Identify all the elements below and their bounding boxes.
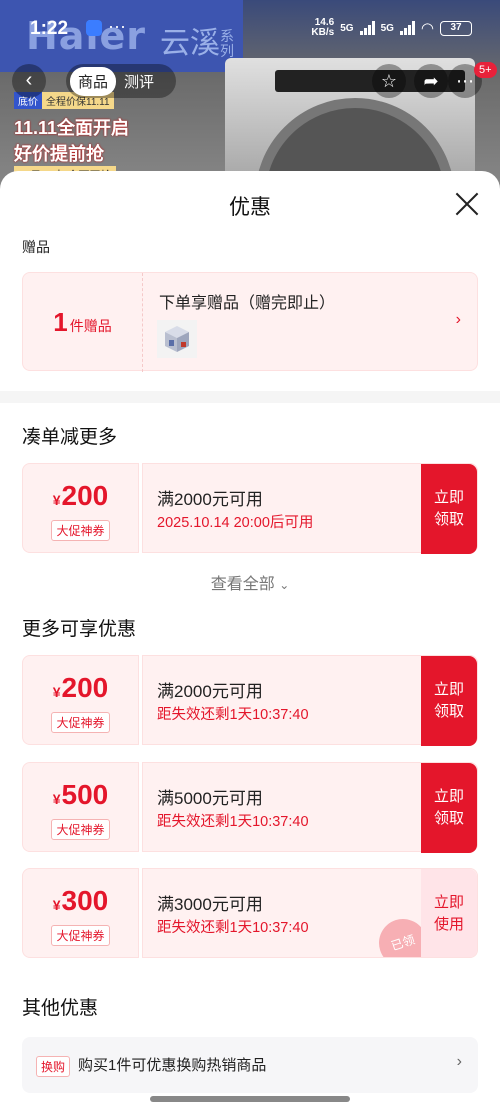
tab-review[interactable]: 测评	[116, 67, 162, 96]
coupon-card: ¥200 大促神券 满2000元可用 2025.10.14 20:00后可用 立…	[22, 463, 478, 554]
coupon-card: ¥300 大促神券 满3000元可用 距失效还剩1天10:37:40 已领 立即…	[22, 868, 478, 958]
section-divider	[0, 391, 500, 403]
coupon-condition: 满2000元可用	[157, 682, 263, 701]
message-count-badge: 5+	[474, 62, 497, 78]
chevron-right-icon: ›	[456, 1053, 462, 1070]
wifi-icon: ◠	[420, 20, 434, 37]
coupon-tag: 大促神券	[51, 712, 110, 733]
gift-card[interactable]: 1 件赠品 下单享赠品（赠完即止） ›	[22, 272, 478, 372]
coupon-amount-panel: ¥200 大促神券	[22, 463, 139, 553]
signal-icon	[359, 21, 375, 35]
share-icon[interactable]: ➦	[414, 64, 448, 98]
gift-product-thumbnail	[157, 320, 197, 358]
coupon-detail-panel: 满2000元可用 2025.10.14 20:00后可用 立即领取	[142, 463, 478, 554]
promo-banner: 底价全程价保11.11 11.11全面开启 好价提前抢 14日20点 全面开抢	[14, 92, 164, 184]
app-notification-icon	[86, 20, 102, 36]
favorite-star-icon[interactable]: ☆	[372, 64, 406, 98]
coupon-countdown: 距失效还剩1天10:37:40	[157, 707, 309, 723]
coupon-amount: 300	[61, 885, 109, 916]
sheet-title: 优惠	[229, 196, 271, 219]
section-title-stack: 凑单减更多	[22, 427, 118, 448]
offer-tag: 换购	[36, 1056, 71, 1077]
coupon-detail-panel: 满2000元可用 距失效还剩1天10:37:40 立即领取	[142, 655, 478, 746]
coupon-sheet: 优惠 赠品 1 件赠品 下单享赠品（赠完即止） › 凑单减更多 ¥200 大促神券…	[0, 171, 500, 1111]
coupon-countdown: 距失效还剩1天10:37:40	[157, 920, 309, 936]
coupon-tag: 大促神券	[51, 520, 110, 541]
offer-text: 购买1件可优惠换购热销商品	[78, 1057, 267, 1074]
coupon-amount: 500	[61, 779, 109, 810]
claim-coupon-button[interactable]: 立即领取	[421, 464, 477, 554]
network-label-1: 5G	[340, 22, 354, 34]
section-title-more: 更多可享优惠	[22, 619, 137, 640]
status-time: 1:22	[30, 18, 69, 39]
more-notifications-icon: ···	[108, 16, 126, 36]
coupon-card: ¥200 大促神券 满2000元可用 距失效还剩1天10:37:40 立即领取	[22, 655, 478, 746]
coupon-amount: 200	[61, 672, 109, 703]
chevron-down-icon: ⌄	[279, 578, 290, 592]
tab-product[interactable]: 商品	[70, 66, 117, 96]
signal-icon-2	[399, 21, 415, 35]
network-speed: 14.6 KB/s	[311, 17, 335, 38]
coupon-amount-panel: ¥200 大促神券	[22, 655, 139, 745]
claim-coupon-button[interactable]: 立即领取	[421, 656, 477, 746]
coupon-detail-panel: 满5000元可用 距失效还剩1天10:37:40 立即领取	[142, 762, 478, 853]
coupon-tag: 大促神券	[51, 819, 110, 840]
home-indicator	[150, 1096, 350, 1102]
coupon-detail-panel: 满3000元可用 距失效还剩1天10:37:40 已领 立即使用	[142, 868, 478, 958]
claim-coupon-button[interactable]: 立即领取	[421, 763, 477, 853]
coupon-amount: 200	[61, 480, 109, 511]
status-bar: 1:22 ··· 14.6 KB/s 5G 5G ◠ 37	[0, 0, 500, 60]
coupon-condition: 满2000元可用	[157, 490, 263, 509]
close-icon[interactable]	[454, 191, 480, 217]
coupon-condition: 满3000元可用	[157, 895, 263, 914]
coupon-countdown: 距失效还剩1天10:37:40	[157, 814, 309, 830]
view-all-link[interactable]: 查看全部 ⌄	[0, 570, 500, 594]
use-coupon-button[interactable]: 立即使用	[421, 869, 477, 957]
battery-icon: 37	[440, 20, 472, 36]
chevron-right-icon: ›	[455, 311, 461, 328]
section-title-other: 其他优惠	[22, 998, 99, 1019]
network-label-2: 5G	[380, 22, 394, 34]
coupon-condition: 满5000元可用	[157, 789, 263, 808]
coupon-tag: 大促神券	[51, 925, 110, 946]
coupon-valid-time: 2025.10.14 20:00后可用	[157, 515, 314, 531]
back-button[interactable]: ‹	[12, 64, 46, 98]
gift-section-label: 赠品	[22, 239, 50, 255]
trade-in-offer-row[interactable]: 换购 购买1件可优惠换购热销商品 ›	[22, 1037, 478, 1093]
coupon-amount-panel: ¥300 大促神券	[22, 868, 139, 958]
gift-count: 1 件赠品	[23, 273, 143, 372]
gift-title: 下单享赠品（赠完即止）	[159, 295, 336, 312]
coupon-amount-panel: ¥500 大促神券	[22, 762, 139, 852]
product-tabs: 商品 测评	[66, 64, 176, 98]
coupon-card: ¥500 大促神券 满5000元可用 距失效还剩1天10:37:40 立即领取	[22, 762, 478, 853]
